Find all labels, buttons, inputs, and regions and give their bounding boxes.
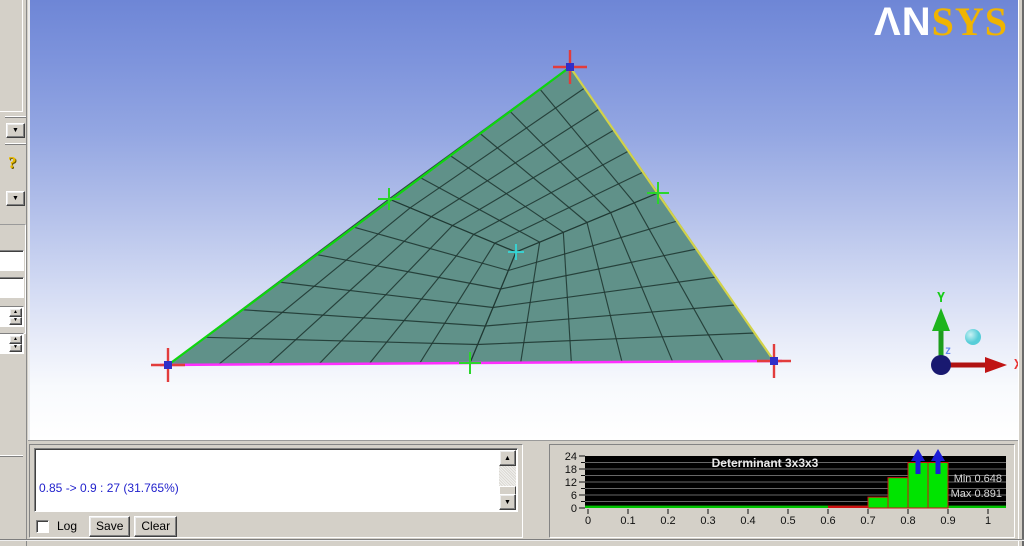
left-panel-divider: [5, 116, 26, 118]
y-axis-tick-label: 12: [565, 477, 577, 489]
overflow-arrow-icon: [935, 461, 941, 474]
triad-y-arrowhead: [932, 308, 950, 331]
x-axis-tick-label: 0.5: [780, 515, 795, 527]
quality-histogram[interactable]: Determinant 3x3x3 Min 0.648 Max 0.891 0 0.1 0…: [550, 445, 1014, 537]
window-bottom-edge-highlight: [0, 540, 1024, 541]
vertex-marker-square: [770, 357, 778, 365]
histogram-min-label: Min 0.648: [954, 473, 1002, 485]
spinner-field[interactable]: ▲ ▼: [0, 333, 24, 354]
y-axis-tick-label: 0: [571, 503, 577, 515]
spin-down-icon[interactable]: ▼: [9, 316, 22, 325]
x-axis-tick-label: 0.6: [820, 515, 835, 527]
text-field[interactable]: [0, 250, 24, 271]
scroll-down-icon: ▼: [504, 498, 511, 506]
y-axis-tick-label: 6: [571, 490, 577, 502]
x-axis-tick-label: 0.9: [940, 515, 955, 527]
overflow-arrow-icon: [931, 449, 945, 461]
message-console-panel: 0.85 -> 0.9 : 27 (31.765%) 0.9 -> 0.95 :…: [29, 444, 523, 538]
triad-satellite-sphere: [965, 329, 981, 345]
spin-down-icon[interactable]: ▼: [9, 343, 22, 352]
left-panel-strip: ▼ ? ▼ ▲ ▼ ▲ ▼: [0, 0, 27, 546]
x-axis-tick-label: 0.4: [740, 515, 755, 527]
scroll-up-button[interactable]: ▲: [499, 450, 516, 466]
scroll-down-button[interactable]: ▼: [499, 494, 516, 510]
spin-up-icon[interactable]: ▲: [9, 308, 22, 317]
x-axis-tick-label: 0.3: [700, 515, 715, 527]
bottom-status-panel: 0.85 -> 0.9 : 27 (31.765%) 0.9 -> 0.95 :…: [28, 440, 1018, 546]
histogram-bar[interactable]: [887, 477, 909, 509]
left-panel-divider: [0, 455, 23, 457]
y-axis-tick-label: 24: [565, 451, 577, 463]
icem-cfd-window: ▼ ? ▼ ▲ ▼ ▲ ▼ ΛNSYS YXZ: [0, 0, 1024, 546]
vertex-marker-square: [164, 361, 172, 369]
histogram-title: Determinant 3x3x3: [712, 456, 819, 470]
console-line: 0.85 -> 0.9 : 27 (31.765%): [39, 481, 179, 495]
x-axis-tick-label: 0.8: [900, 515, 915, 527]
triad-y-label: Y: [937, 291, 945, 306]
console-scrollbar[interactable]: ▲ ▼: [499, 450, 516, 510]
mesh-surface: [168, 67, 774, 365]
overflow-arrow-icon: [911, 449, 925, 461]
histogram-max-label: Max 0.891: [951, 488, 1002, 500]
left-panel-divider: [5, 143, 26, 145]
message-console[interactable]: 0.85 -> 0.9 : 27 (31.765%) 0.9 -> 0.95 :…: [34, 448, 518, 512]
clear-button[interactable]: Clear: [134, 515, 178, 537]
help-icon[interactable]: ?: [8, 153, 17, 173]
chevron-down-icon: ▼: [12, 127, 19, 134]
overflow-arrow-icon: [915, 461, 921, 474]
chevron-down-icon: ▼: [12, 195, 19, 202]
window-right-edge: [1018, 0, 1024, 546]
x-axis-tick-label: 0: [585, 515, 591, 527]
x-axis-tick-label: 1: [985, 515, 991, 527]
triad-origin-sphere: [931, 355, 951, 375]
spin-up-icon[interactable]: ▲: [9, 335, 22, 344]
log-checkbox[interactable]: [36, 519, 49, 533]
histogram-bar[interactable]: [867, 496, 889, 509]
triad-z-label: Z: [945, 347, 951, 357]
x-axis-tick-label: 0.7: [860, 515, 875, 527]
y-axis-tick-label: 18: [565, 464, 577, 476]
console-output: 0.85 -> 0.9 : 27 (31.765%) 0.9 -> 0.95 :…: [39, 451, 497, 511]
text-field[interactable]: [0, 277, 24, 298]
log-checkbox-label: Log: [57, 519, 78, 533]
combo-dropdown-button[interactable]: ▼: [6, 123, 25, 138]
histogram-panel: Determinant 3x3x3 Min 0.648 Max 0.891 0 0.1 0…: [549, 444, 1015, 538]
spinner-field[interactable]: ▲ ▼: [0, 306, 24, 327]
vertex-marker-square: [566, 63, 574, 71]
left-panel-listbox-edge: [0, 0, 23, 112]
triad-x-arrowhead: [985, 357, 1007, 373]
mesh-scene-canvas[interactable]: YXZ: [0, 0, 1024, 440]
save-button[interactable]: Save: [89, 515, 131, 537]
combo-dropdown-button[interactable]: ▼: [6, 191, 25, 206]
x-axis-tick-label: 0.2: [660, 515, 675, 527]
scroll-up-icon: ▲: [504, 454, 511, 462]
x-axis-tick-label: 0.1: [620, 515, 635, 527]
console-controls: Log Save Clear: [36, 515, 178, 537]
